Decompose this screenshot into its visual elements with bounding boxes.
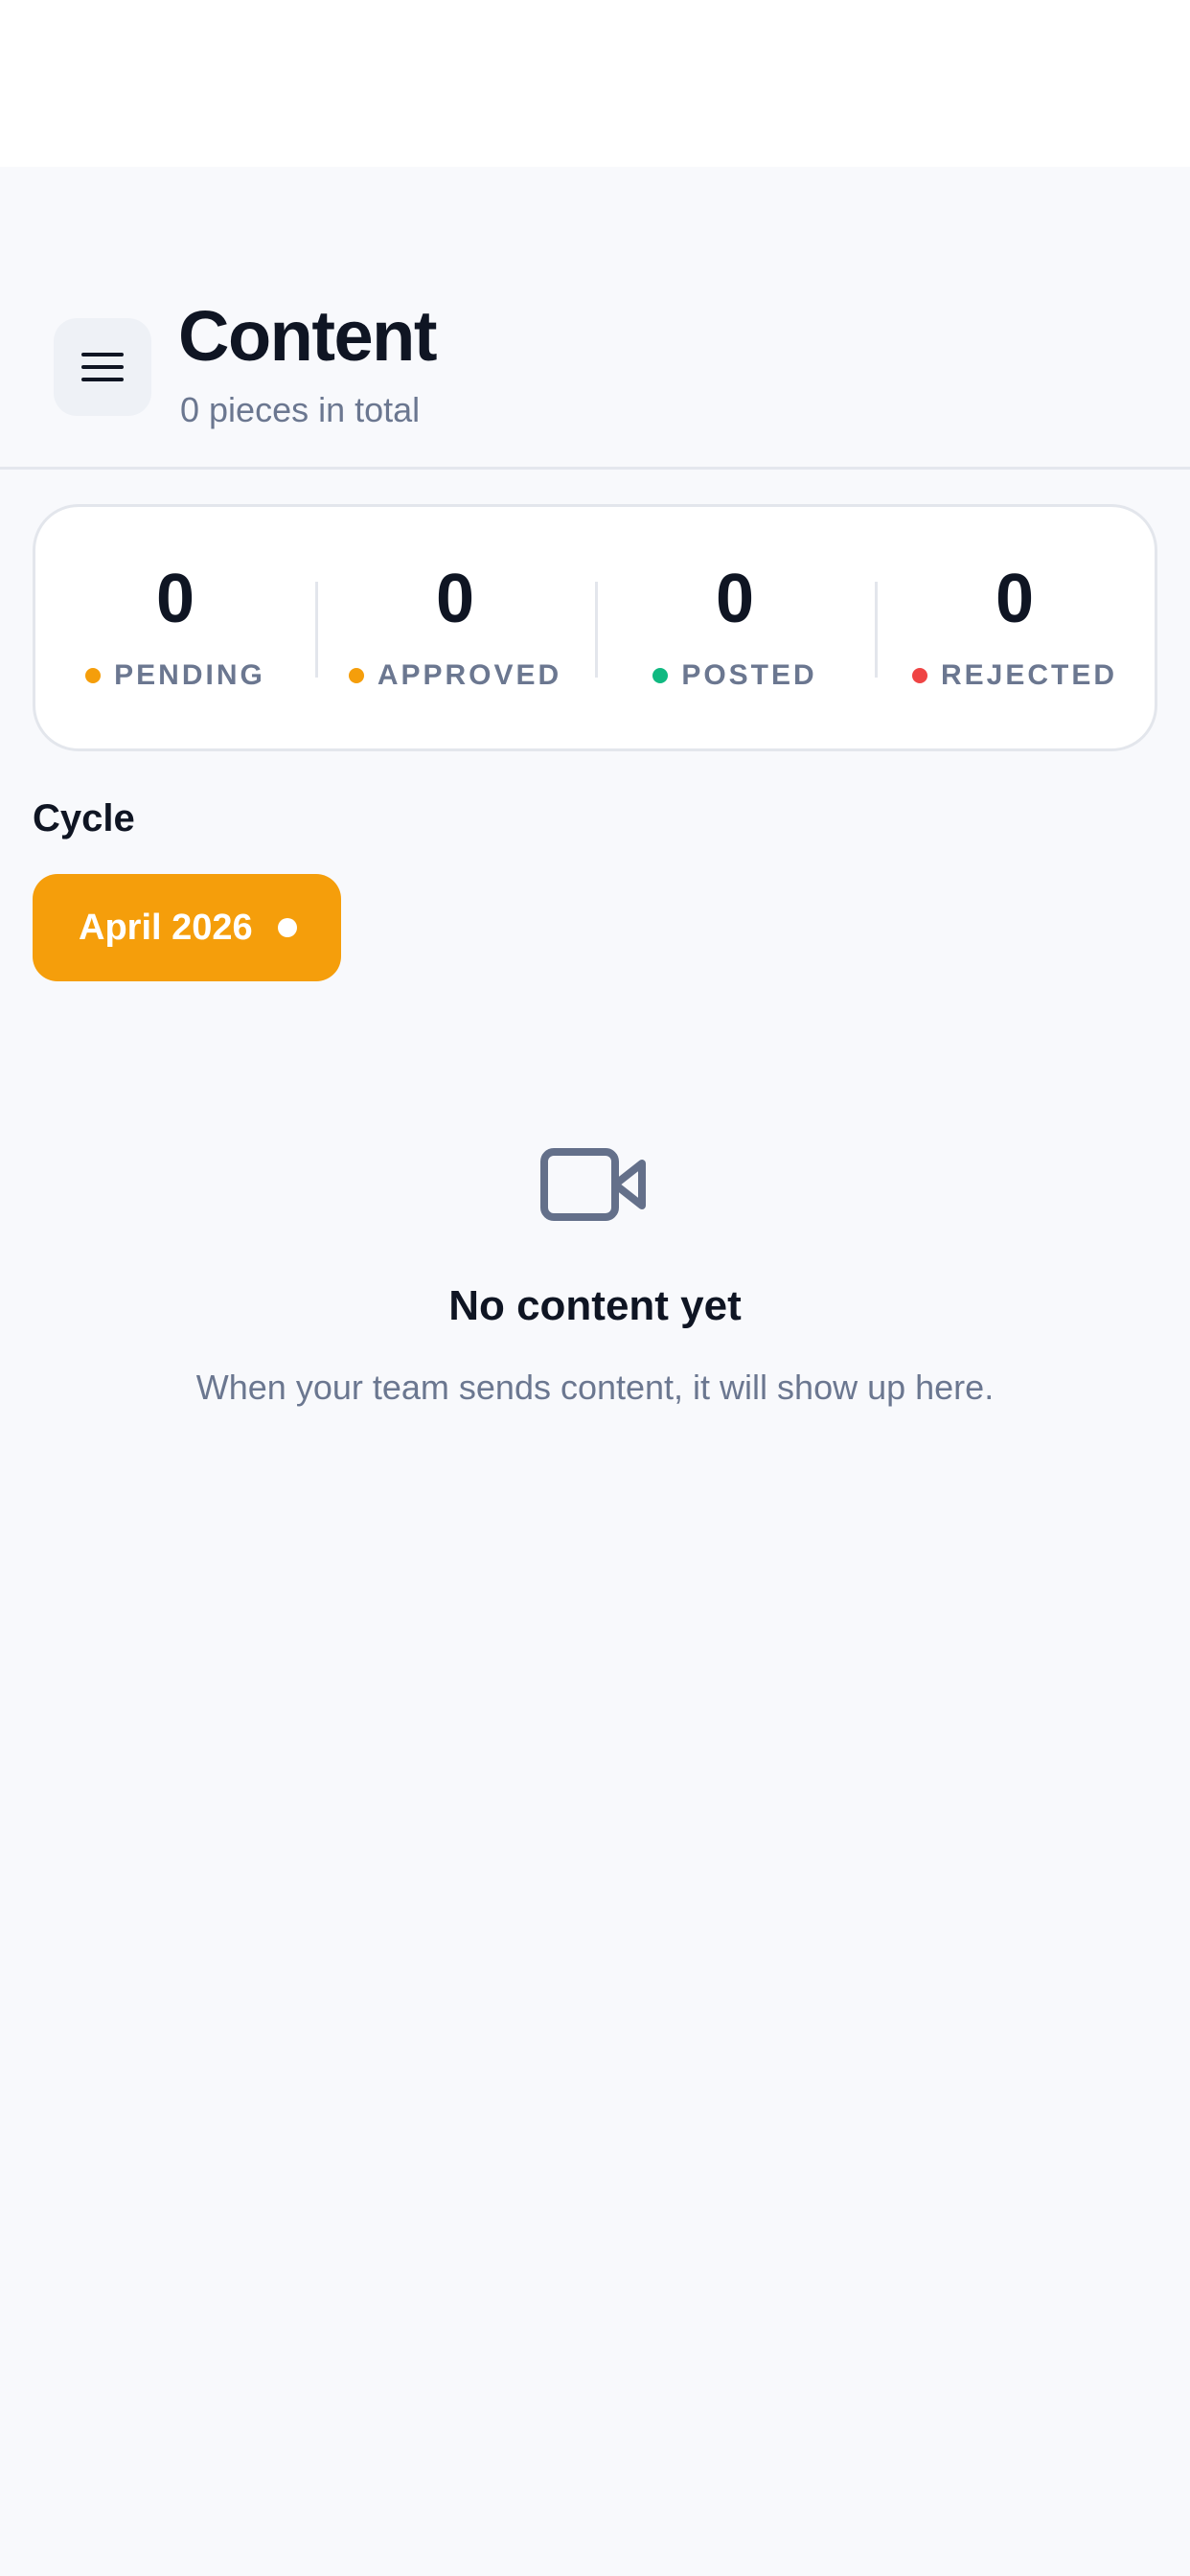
- stat-label: APPROVED: [377, 659, 562, 691]
- cycle-section-label: Cycle: [33, 797, 135, 840]
- stat-value: 0: [435, 561, 475, 637]
- stat-pending[interactable]: 0 PENDING: [35, 507, 315, 748]
- cycle-chip-label: April 2026: [79, 908, 253, 948]
- empty-state-title: No content yet: [448, 1282, 742, 1329]
- stat-value: 0: [715, 561, 755, 637]
- cycle-chip-selected[interactable]: April 2026: [33, 874, 341, 981]
- status-dot-icon: [652, 668, 669, 683]
- page-title: Content: [178, 296, 438, 376]
- status-dot-icon: [911, 668, 927, 683]
- stat-label: PENDING: [114, 659, 265, 691]
- page-header: Content 0 pieces in total: [0, 167, 1190, 470]
- active-dot-icon: [277, 918, 297, 937]
- stat-approved[interactable]: 0 APPROVED: [315, 507, 595, 748]
- menu-button[interactable]: [54, 318, 151, 416]
- stat-label: REJECTED: [940, 659, 1118, 691]
- stat-posted[interactable]: 0 POSTED: [595, 507, 875, 748]
- stat-value: 0: [995, 561, 1035, 637]
- stat-value: 0: [155, 561, 195, 637]
- page-subtitle: 0 pieces in total: [180, 390, 421, 429]
- video-camera-icon: [540, 1148, 646, 1221]
- stat-label: POSTED: [681, 659, 817, 691]
- status-dot-icon: [85, 668, 102, 683]
- empty-state-description: When your team sends content, it will sh…: [195, 1368, 995, 1407]
- status-bar-area: [0, 0, 1190, 167]
- hamburger-menu-icon: [81, 353, 124, 381]
- stat-rejected[interactable]: 0 REJECTED: [875, 507, 1155, 748]
- status-summary-card: 0 PENDING 0 APPROVED 0 POSTED 0 REJECTED: [33, 504, 1157, 751]
- status-dot-icon: [348, 668, 364, 683]
